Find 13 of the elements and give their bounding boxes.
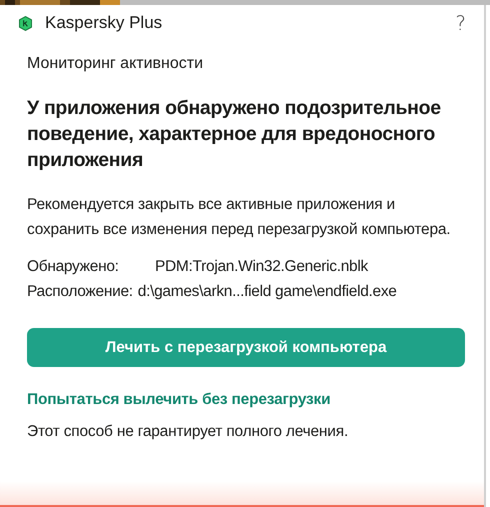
logo-icon xyxy=(19,16,32,30)
section-title: Мониторинг активности xyxy=(27,55,204,73)
help-button[interactable]: ? xyxy=(455,11,466,35)
disinfect-restart-button[interactable]: Лечить с перезагрузкой компьютера xyxy=(27,328,465,367)
detail-label: Расположение: xyxy=(27,282,133,302)
alert-heading: У приложения обнаружено подозрительное поведение, характерное для вредоносного приложения xyxy=(27,96,442,173)
note-text: Этот способ не гарантирует полного лечения. xyxy=(27,423,350,441)
alert-message: Рекомендуется закрыть все активные приложения и сохранить все изменения перед перезагрузкой компьютера. xyxy=(27,195,452,240)
detail-value: PDM:Trojan.Win32.Generic.nblk xyxy=(155,257,368,277)
detail-value: d:\games\arkn...field game\endfield.exe xyxy=(138,282,397,302)
disinfect-without-restart-link[interactable]: Попытаться вылечить без перезагрузки xyxy=(27,391,330,409)
detail-label: Обнаружено: xyxy=(27,257,120,277)
window-title: Kaspersky Plus xyxy=(45,13,162,33)
